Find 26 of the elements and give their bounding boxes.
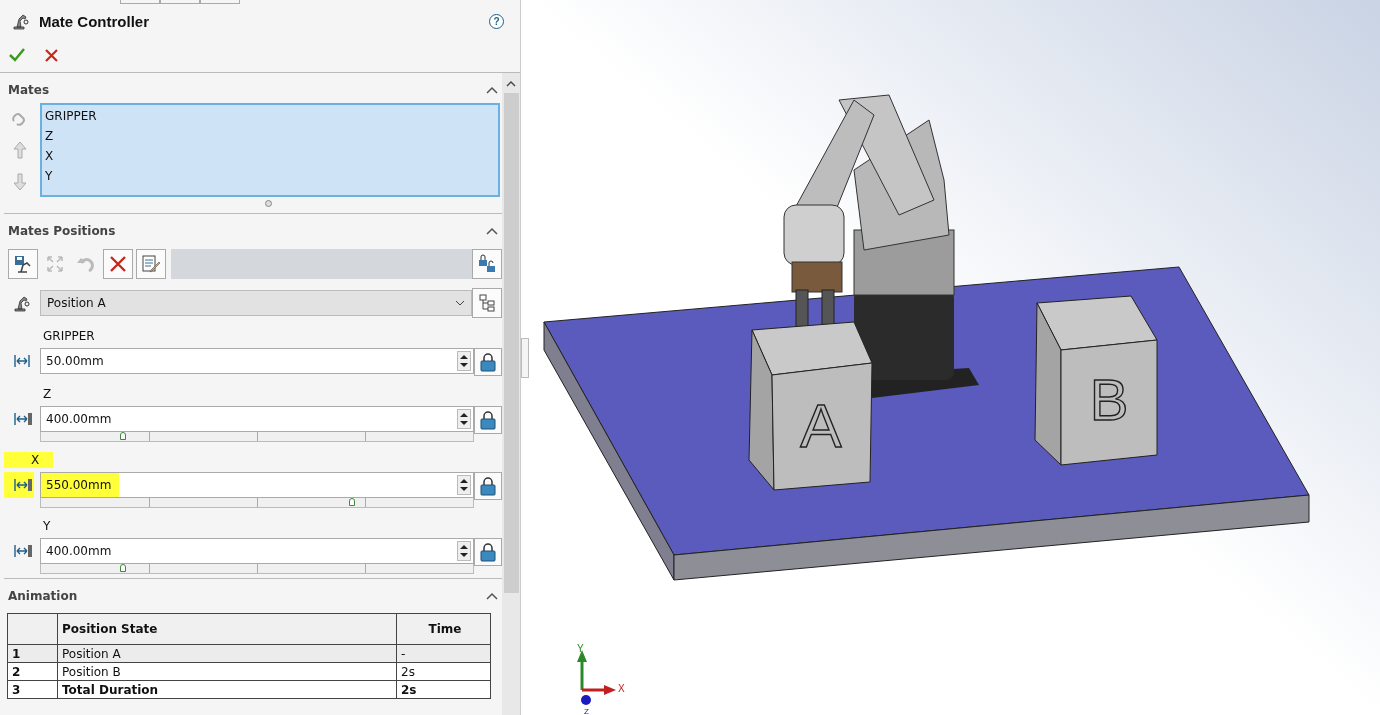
panel-title: Mate Controller <box>39 12 149 30</box>
section-title: Mates <box>8 83 50 97</box>
position-dropdown[interactable]: Position A <box>40 290 472 316</box>
block-letter: A <box>800 391 842 460</box>
mate-list-item[interactable]: X <box>45 147 495 167</box>
section-title: Animation <box>8 589 78 603</box>
section-title: Mates Positions <box>8 224 116 238</box>
mate-list-item[interactable]: Y <box>45 167 495 187</box>
dimension-input[interactable]: 400.00mm <box>40 538 474 564</box>
field-label: X <box>4 452 54 468</box>
axis-label: Z <box>584 707 589 715</box>
dimension-input[interactable]: 550.00mm <box>40 472 474 498</box>
column-header: Position State <box>57 613 397 645</box>
mates-list[interactable]: GRIPPER Z X Y <box>40 103 500 197</box>
axis-label: X <box>618 683 625 694</box>
axis-label: Y <box>577 643 584 654</box>
help-button[interactable]: ? <box>489 13 504 29</box>
field-label: Z <box>42 386 53 402</box>
field-label: Y <box>42 518 52 534</box>
field-label: GRIPPER <box>42 328 96 344</box>
mate-list-item[interactable]: Z <box>45 127 495 147</box>
block-letter: B <box>1089 367 1129 432</box>
dimension-input[interactable]: 50.00mm <box>40 348 474 374</box>
dimension-input[interactable]: 400.00mm <box>40 406 474 432</box>
column-header: Time <box>396 613 491 645</box>
mate-list-item[interactable]: GRIPPER <box>45 107 495 127</box>
